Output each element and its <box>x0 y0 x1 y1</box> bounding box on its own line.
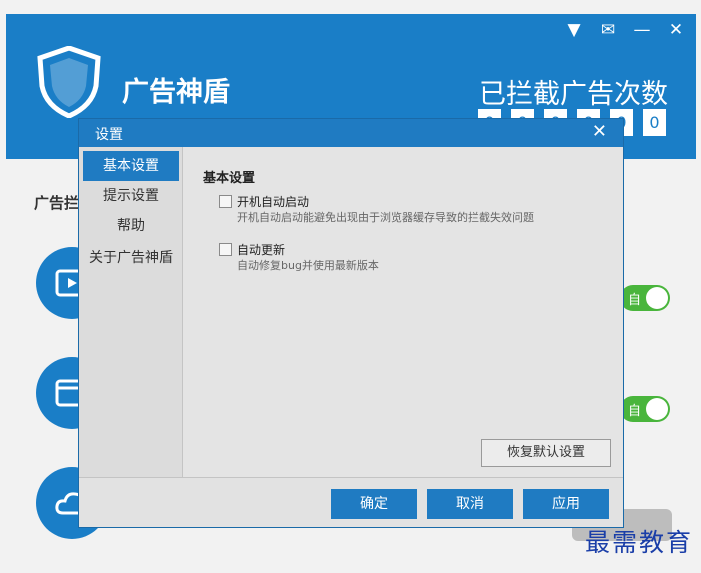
minimize-icon[interactable]: — <box>632 20 652 40</box>
autostart-label[interactable]: 开机自动启动 <box>237 193 309 210</box>
blocked-count-title: 已拦截广告次数 <box>479 79 668 110</box>
toggle-knob <box>646 287 668 309</box>
window-toggle[interactable]: 自 <box>620 396 670 422</box>
cancel-button[interactable]: 取消 <box>427 489 513 519</box>
video-toggle[interactable]: 自 <box>620 285 670 311</box>
feature-section-label: 广告拦 <box>34 194 80 212</box>
settings-content: 基本设置 开机自动启动 开机自动启动能避免出现由于浏览器缓存导致的拦截失效问题 … <box>183 147 623 477</box>
counter-digit: 0 <box>643 109 666 136</box>
watermark: 最需教育 <box>584 528 693 557</box>
nav-item-notification-settings[interactable]: 提示设置 <box>79 181 183 211</box>
settings-nav: 基本设置 提示设置 帮助 关于广告神盾 <box>79 147 183 477</box>
close-icon[interactable]: ✕ <box>666 20 686 40</box>
autoupdate-label[interactable]: 自动更新 <box>237 241 285 258</box>
autoupdate-description: 自动修复bug并使用最新版本 <box>237 259 379 272</box>
autostart-checkbox[interactable] <box>219 195 232 208</box>
nav-item-about[interactable]: 关于广告神盾 <box>79 243 183 273</box>
nav-item-help[interactable]: 帮助 <box>79 211 183 241</box>
app-title: 广告神盾 <box>122 77 230 108</box>
toggle-knob <box>646 398 668 420</box>
dialog-close-icon[interactable]: ✕ <box>592 121 607 142</box>
shield-logo-icon <box>37 46 101 118</box>
window-controls: ▼ ✉ — ✕ <box>564 20 686 40</box>
dialog-footer: 确定 取消 应用 <box>79 477 623 527</box>
dialog-title: 设置 <box>95 127 123 143</box>
mail-icon[interactable]: ✉ <box>598 20 618 40</box>
toggle-label: 自 <box>628 404 642 419</box>
autoupdate-checkbox[interactable] <box>219 243 232 256</box>
apply-button[interactable]: 应用 <box>523 489 609 519</box>
ok-button[interactable]: 确定 <box>331 489 417 519</box>
autostart-description: 开机自动启动能避免出现由于浏览器缓存导致的拦截失效问题 <box>237 211 534 224</box>
restore-defaults-button[interactable]: 恢复默认设置 <box>481 439 611 467</box>
section-title: 基本设置 <box>203 171 256 186</box>
settings-dialog: 设置 ✕ 基本设置 提示设置 帮助 关于广告神盾 基本设置 开机自动启动 开机自… <box>78 118 624 528</box>
toggle-label: 自 <box>628 293 642 308</box>
dialog-titlebar: 设置 ✕ <box>79 119 623 147</box>
nav-item-basic-settings[interactable]: 基本设置 <box>83 151 179 181</box>
app-window: ▼ ✉ — ✕ 广告神盾 已拦截广告次数 0 0 0 0 0 0 广告拦 <box>0 0 701 573</box>
menu-icon[interactable]: ▼ <box>564 20 584 40</box>
